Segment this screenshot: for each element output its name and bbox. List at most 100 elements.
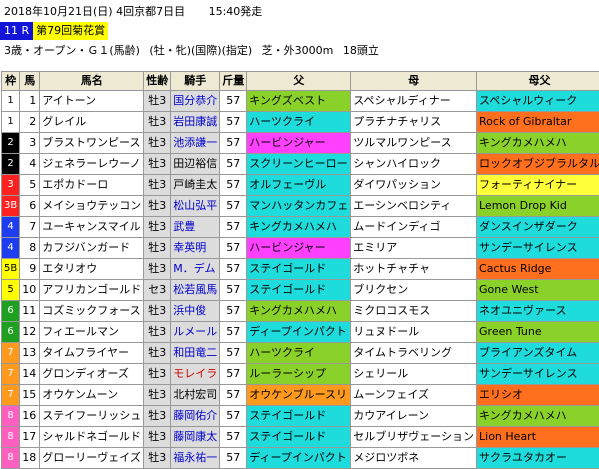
dam-cell: ホットチャチャ	[351, 259, 477, 280]
table-row: 35エポカドーロ牡3戸崎圭太57オルフェーヴルダイワパッションフォーティナイナー	[2, 175, 599, 196]
sire-cell: ステイゴールド	[247, 406, 351, 427]
jockey-cell: 松若風馬	[171, 280, 220, 301]
dam-cell: メジロツボネ	[351, 448, 477, 469]
jockey-cell: 藤岡康太	[171, 427, 220, 448]
header-dam: 母	[351, 72, 477, 91]
table-row: 5B9エタリオウ牡3M．デム57ステイゴールドホットチャチャCactus Rid…	[2, 259, 599, 280]
umaban-cell: 3	[20, 133, 40, 154]
umaban-cell: 5	[20, 175, 40, 196]
horse-name-cell: コズミックフォース	[40, 301, 144, 322]
race-number: 11 R	[0, 22, 33, 40]
race-conditions: 3歳・オープン・Ｇ１(馬齢) (牡・牝)(国際)(指定) 芝・外3000m 18…	[4, 42, 385, 58]
horse-name-cell: エタリオウ	[40, 259, 144, 280]
umaban-cell: 14	[20, 364, 40, 385]
waku-cell: 3B	[2, 196, 20, 217]
umaban-cell: 9	[20, 259, 40, 280]
header-horse-name: 馬名	[40, 72, 144, 91]
waku-cell: 1	[2, 112, 20, 133]
sex-age-cell: 牡3	[144, 427, 171, 448]
damsire-cell: Gone West	[477, 280, 599, 301]
jockey-cell: 岩田康誠	[171, 112, 220, 133]
jockey-cell: 福永祐一	[171, 448, 220, 469]
jockey-cell: 戸崎圭太	[171, 175, 220, 196]
dam-cell: ムーンフェイズ	[351, 385, 477, 406]
sire-cell: キングカメハメハ	[247, 301, 351, 322]
weight-cell: 57	[220, 448, 247, 469]
weight-cell: 57	[220, 364, 247, 385]
jockey-cell: 池添謙一	[171, 133, 220, 154]
jockey-cell: モレイラ	[171, 364, 220, 385]
sex-age-cell: 牡3	[144, 343, 171, 364]
damsire-cell: ネオユニヴァース	[477, 301, 599, 322]
weight-cell: 57	[220, 217, 247, 238]
sex-age-cell: 牡3	[144, 322, 171, 343]
horse-name-cell: シャルドネゴールド	[40, 427, 144, 448]
jockey-cell: 幸英明	[171, 238, 220, 259]
dam-cell: セルブリザヴェーション	[351, 427, 477, 448]
sire-cell: オウケンブルースリ	[247, 385, 351, 406]
waku-cell: 8	[2, 406, 20, 427]
umaban-cell: 4	[20, 154, 40, 175]
sex-age-cell: 牡3	[144, 364, 171, 385]
weight-cell: 57	[220, 301, 247, 322]
damsire-cell: Lemon Drop Kid	[477, 196, 599, 217]
weight-cell: 57	[220, 406, 247, 427]
sire-cell: ハーツクライ	[247, 343, 351, 364]
dam-cell: シャンハイロック	[351, 154, 477, 175]
horse-name-cell: タイムフライヤー	[40, 343, 144, 364]
damsire-cell: ブライアンズタイム	[477, 343, 599, 364]
horse-name-cell: ユーキャンスマイル	[40, 217, 144, 238]
sex-age-cell: 牡3	[144, 154, 171, 175]
dam-cell: リュヌドール	[351, 322, 477, 343]
umaban-cell: 13	[20, 343, 40, 364]
horse-name-cell: メイショウテッコン	[40, 196, 144, 217]
umaban-cell: 15	[20, 385, 40, 406]
dam-cell: ムードインディゴ	[351, 217, 477, 238]
sire-cell: ステイゴールド	[247, 427, 351, 448]
table-row: 48カフジバンガード牡3幸英明57ハービンジャーエミリアサンデーサイレンス	[2, 238, 599, 259]
umaban-cell: 6	[20, 196, 40, 217]
jockey-cell: 国分恭介	[171, 91, 220, 112]
race-date: 2018年10月21日(日) 4回京都7日目	[4, 5, 185, 18]
sex-age-cell: 牡3	[144, 448, 171, 469]
weight-cell: 57	[220, 175, 247, 196]
sire-cell: ハービンジャー	[247, 238, 351, 259]
sex-age-cell: セ3	[144, 280, 171, 301]
dam-cell: エーシンベロシティ	[351, 196, 477, 217]
sex-age-cell: 牡3	[144, 217, 171, 238]
table-row: 611コズミックフォース牡3浜中俊57キングカメハメハミクロコスモスネオユニヴァ…	[2, 301, 599, 322]
damsire-cell: Cactus Ridge	[477, 259, 599, 280]
dam-cell: スペシャルディナー	[351, 91, 477, 112]
dam-cell: ツルマルワンピース	[351, 133, 477, 154]
jockey-cell: 田辺裕信	[171, 154, 220, 175]
sex-age-cell: 牡3	[144, 406, 171, 427]
sex-age-cell: 牡3	[144, 259, 171, 280]
table-row: 714グロンディオーズ牡3モレイラ57ルーラーシップシェリールサンデーサイレンス	[2, 364, 599, 385]
waku-cell: 6	[2, 301, 20, 322]
header-sire: 父	[247, 72, 351, 91]
waku-cell: 2	[2, 133, 20, 154]
waku-cell: 1	[2, 91, 20, 112]
waku-cell: 5B	[2, 259, 20, 280]
sire-cell: ステイゴールド	[247, 259, 351, 280]
horse-name-cell: ジェネラーレウーノ	[40, 154, 144, 175]
jockey-cell: 武豊	[171, 217, 220, 238]
umaban-cell: 18	[20, 448, 40, 469]
sex-age-cell: 牡3	[144, 301, 171, 322]
table-row: 11アイトーン牡3国分恭介57キングズベストスペシャルディナースペシャルウィーク	[2, 91, 599, 112]
header-sex-age: 性齢	[144, 72, 171, 91]
condition-course: 芝・外3000m	[262, 44, 334, 57]
sex-age-cell: 牡3	[144, 196, 171, 217]
jockey-cell: 北村宏司	[171, 385, 220, 406]
horse-name-cell: オウケンムーン	[40, 385, 144, 406]
jockey-cell: 松山弘平	[171, 196, 220, 217]
weight-cell: 57	[220, 322, 247, 343]
horse-name-cell: ステイフーリッシュ	[40, 406, 144, 427]
horse-name-cell: グレイル	[40, 112, 144, 133]
sex-age-cell: 牡3	[144, 175, 171, 196]
umaban-cell: 12	[20, 322, 40, 343]
table-header-row: 枠 馬 馬名 性齢 騎手 斤量 父 母 母父	[2, 72, 599, 91]
horse-name-cell: ブラストワンピース	[40, 133, 144, 154]
table-row: 12グレイル牡3岩田康誠57ハーツクライプラチナチャリスRock of Gibr…	[2, 112, 599, 133]
waku-cell: 4	[2, 217, 20, 238]
